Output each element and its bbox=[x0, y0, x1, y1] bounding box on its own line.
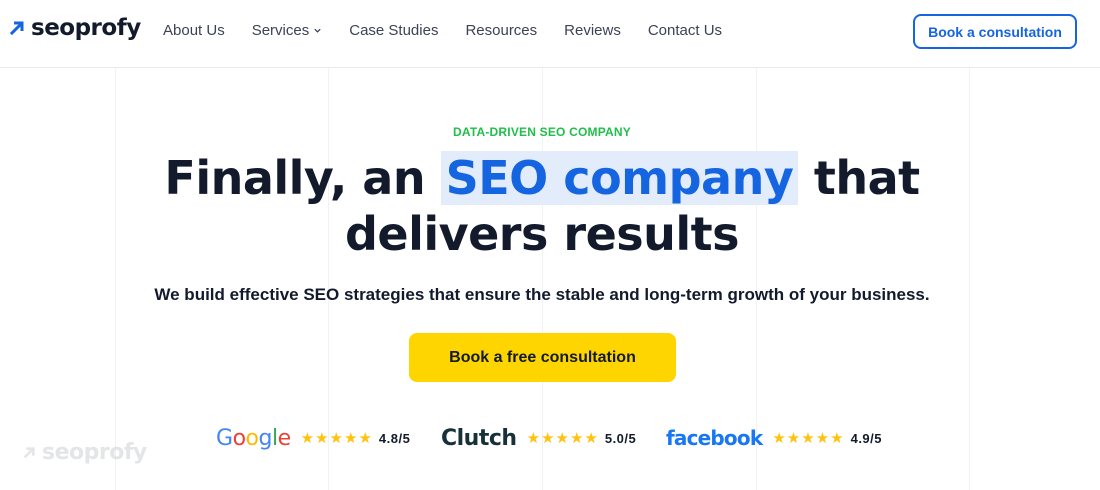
star-icon: ★ bbox=[584, 429, 598, 447]
rating-score: 4.9/5 bbox=[850, 430, 883, 446]
chevron-down-icon bbox=[314, 28, 321, 33]
clutch-logo: Clutch bbox=[441, 425, 517, 451]
facebook-logo: facebook bbox=[666, 426, 763, 450]
google-logo: Google bbox=[216, 425, 291, 451]
headline-line2: delivers results bbox=[344, 207, 740, 261]
nav-contact-us[interactable]: Contact Us bbox=[648, 22, 722, 39]
nav-resources[interactable]: Resources bbox=[465, 22, 537, 39]
star-icon: ★ bbox=[358, 429, 372, 447]
logo-text: seoprofy bbox=[31, 15, 141, 41]
star-icon: ★ bbox=[329, 429, 343, 447]
star-rating: ★ ★ ★ ★ ★ bbox=[772, 431, 844, 446]
rating-google[interactable]: Google ★ ★ ★ ★ ★ 4.8/5 bbox=[216, 424, 410, 452]
rating-score: 4.8/5 bbox=[378, 430, 411, 446]
headline-part2: that bbox=[813, 151, 920, 205]
star-icon: ★ bbox=[315, 429, 329, 447]
star-icon: ★ bbox=[555, 429, 569, 447]
hero-subtitle: We build effective SEO strategies that e… bbox=[154, 285, 930, 304]
star-icon: ★ bbox=[541, 429, 555, 447]
headline-highlight: SEO company bbox=[440, 151, 799, 205]
nav-services[interactable]: Services bbox=[252, 22, 323, 39]
watermark-text: seoprofy bbox=[42, 440, 147, 465]
site-header: seoprofy About Us Services Case Studies … bbox=[0, 0, 1100, 68]
hero-eyebrow: DATA-DRIVEN SEO COMPANY bbox=[453, 125, 631, 139]
star-icon: ★ bbox=[830, 429, 844, 447]
star-icon: ★ bbox=[772, 429, 786, 447]
rating-clutch[interactable]: Clutch ★ ★ ★ ★ ★ 5.0/5 bbox=[441, 424, 636, 452]
nav-services-label: Services bbox=[251, 22, 310, 39]
rating-facebook[interactable]: facebook ★ ★ ★ ★ ★ 4.9/5 bbox=[666, 424, 882, 452]
logo[interactable]: seoprofy bbox=[9, 15, 141, 41]
nav-case-studies[interactable]: Case Studies bbox=[349, 22, 438, 39]
headline-part1: Finally, an bbox=[164, 151, 426, 205]
star-icon: ★ bbox=[786, 429, 801, 447]
nav-about-us[interactable]: About Us bbox=[163, 22, 225, 39]
star-icon: ★ bbox=[801, 429, 815, 447]
arrow-up-right-icon bbox=[23, 446, 35, 458]
star-icon: ★ bbox=[569, 429, 584, 447]
hero-headline: Finally, an SEO company that delivers re… bbox=[0, 150, 1084, 262]
rating-score: 5.0/5 bbox=[604, 430, 637, 446]
book-free-consultation-button[interactable]: Book a free consultation bbox=[409, 333, 676, 382]
star-rating: ★ ★ ★ ★ ★ bbox=[301, 431, 373, 446]
watermark-logo: seoprofy bbox=[22, 440, 147, 465]
star-rating: ★ ★ ★ ★ ★ bbox=[527, 431, 599, 446]
star-icon: ★ bbox=[815, 429, 830, 447]
book-consultation-button[interactable]: Book a consultation bbox=[913, 14, 1077, 49]
star-icon: ★ bbox=[300, 429, 315, 447]
arrow-up-right-icon bbox=[9, 21, 24, 36]
star-icon: ★ bbox=[526, 429, 541, 447]
star-icon: ★ bbox=[344, 429, 358, 447]
nav-reviews[interactable]: Reviews bbox=[564, 22, 621, 39]
main-nav: About Us Services Case Studies Resources… bbox=[163, 22, 749, 39]
